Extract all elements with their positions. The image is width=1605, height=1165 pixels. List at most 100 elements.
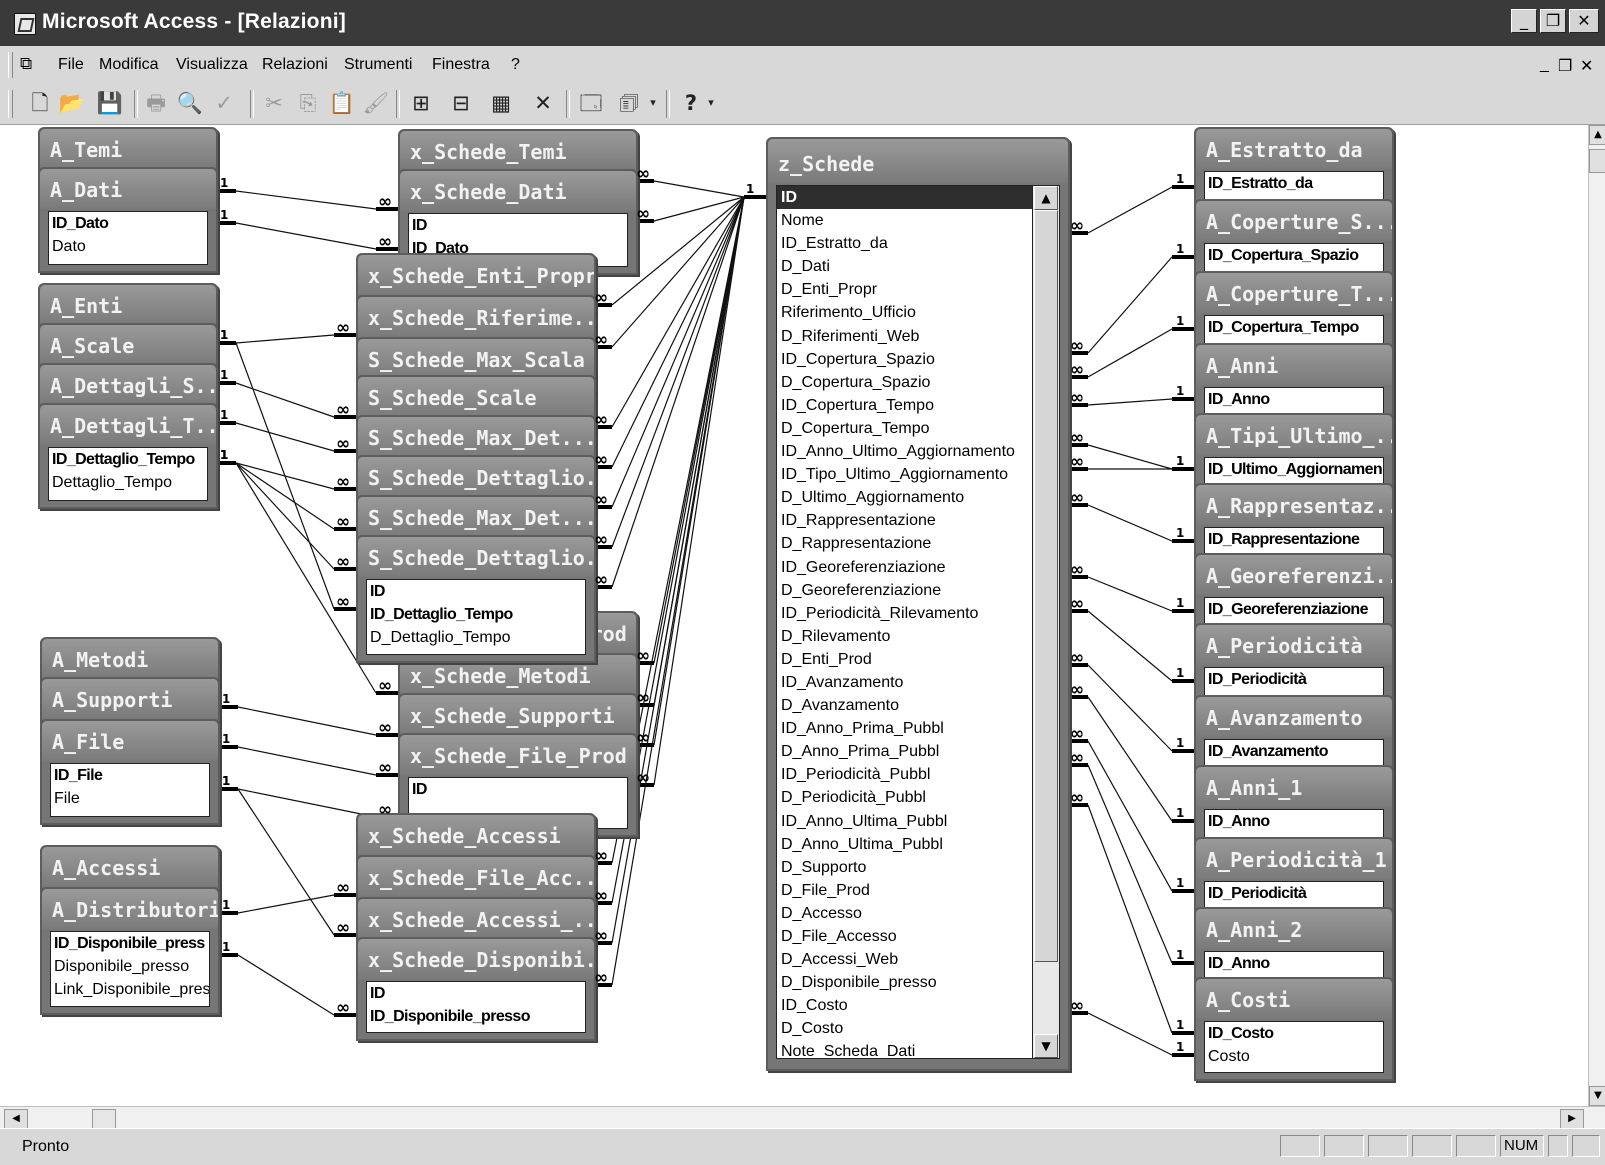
table-title[interactable]: A_Scale xyxy=(40,325,216,365)
field-item[interactable]: ID_Anno xyxy=(1205,952,1383,975)
relationship-line[interactable] xyxy=(235,422,335,452)
show-direct-icon[interactable]: ⊟ xyxy=(446,89,476,117)
table-title[interactable]: x_Schede_File_Prod xyxy=(400,735,636,775)
field-item[interactable]: Dettaglio_Tempo xyxy=(49,471,207,494)
cut-icon[interactable]: ✂ xyxy=(260,89,288,117)
table-title[interactable]: A_Rappresentaz... xyxy=(1196,485,1392,525)
table-title[interactable]: A_Anni xyxy=(1196,345,1392,385)
field-item[interactable]: D_Georeferenziazione xyxy=(777,579,1039,602)
save-icon[interactable]: 💾 xyxy=(96,89,124,117)
menu-relazioni[interactable]: Relazioni xyxy=(262,56,328,74)
table-x-schede-enti-propr[interactable]: x_Schede_Enti_Propr xyxy=(356,253,596,301)
table-title[interactable]: A_Dati xyxy=(40,169,216,209)
mdi-restore-button[interactable]: ❐ xyxy=(1558,56,1572,76)
relationship-line[interactable] xyxy=(653,196,745,786)
menu-strumenti[interactable]: Strumenti xyxy=(344,56,412,74)
new-object-dropdown-icon[interactable]: ▾ xyxy=(646,89,660,117)
field-item[interactable]: ID_Rappresentazione xyxy=(1205,528,1383,551)
scroll-right-icon[interactable]: ▶ xyxy=(1560,1109,1584,1129)
field-list[interactable]: ID_Dettaglio_Tempo Dettaglio_Tempo xyxy=(48,447,208,501)
scroll-down-icon[interactable]: ▼ xyxy=(1034,1034,1058,1058)
table-a-costi[interactable]: A_Costi ID_Costo Costo xyxy=(1194,977,1394,1081)
table-a-supporti[interactable]: A_Supporti xyxy=(40,677,220,725)
scroll-down-icon[interactable]: ▼ xyxy=(1589,1086,1605,1106)
field-list-scrollbar[interactable]: ▲ ▼ xyxy=(1032,185,1060,1059)
field-item[interactable]: ID_Avanzamento xyxy=(1205,740,1383,763)
field-item[interactable]: ID xyxy=(409,214,627,237)
table-title[interactable]: x_Schede_Dati xyxy=(400,171,636,211)
field-item[interactable]: ID_Copertura_Spazio xyxy=(777,348,1039,371)
relationship-line[interactable] xyxy=(1087,696,1173,822)
delete-icon[interactable]: ✕ xyxy=(528,89,558,117)
table-a-file[interactable]: A_File ID_File File xyxy=(40,719,220,825)
table-title[interactable]: x_Schede_Disponibi... xyxy=(358,939,594,979)
field-item[interactable]: ID_Avanzamento xyxy=(777,671,1039,694)
field-item[interactable]: ID_Rappresentazione xyxy=(777,509,1039,532)
scroll-thumb[interactable] xyxy=(1034,210,1058,962)
table-z-schede[interactable]: z_Schede ID Nome ID_Estratto_da D_Dati D_Ent… xyxy=(766,137,1070,1071)
table-title[interactable]: x_Schede_Enti_Propr xyxy=(358,255,594,295)
scroll-thumb[interactable] xyxy=(92,1109,116,1129)
field-item[interactable]: ID_Estratto_da xyxy=(1205,172,1383,195)
table-a-dettagli-t[interactable]: A_Dettagli_T... ID_Dettaglio_Tempo Dettag… xyxy=(38,403,218,509)
table-title[interactable]: x_Schede_Accessi xyxy=(358,815,594,855)
field-item[interactable]: D_File_Prod xyxy=(777,879,1039,902)
help-dropdown-icon[interactable]: ▾ xyxy=(704,89,718,117)
field-item[interactable]: ID_Dato xyxy=(49,212,207,235)
relationship-line[interactable] xyxy=(237,788,377,818)
mdi-close-button[interactable]: ✕ xyxy=(1580,56,1593,76)
field-item[interactable]: D_Enti_Propr xyxy=(777,278,1039,301)
table-title[interactable]: x_Schede_Supporti xyxy=(400,695,636,735)
table-title[interactable]: x_Schede_File_Acc... xyxy=(358,857,594,897)
table-title[interactable]: x_Schede_Temi xyxy=(400,131,636,171)
canvas-horizontal-scrollbar[interactable]: ◀ ▶ xyxy=(0,1106,1605,1129)
field-item[interactable]: ID_Disponibile_presso xyxy=(367,1005,585,1028)
table-title[interactable]: A_Periodicità_1 xyxy=(1196,839,1392,879)
field-item[interactable]: ID_Anno_Ultima_Pubbl xyxy=(777,810,1039,833)
relationship-line[interactable] xyxy=(235,462,335,570)
print-icon[interactable]: 🖶 xyxy=(142,89,170,117)
table-title[interactable]: A_Tipi_Ultimo_... xyxy=(1196,415,1392,455)
table-title[interactable]: A_Costi xyxy=(1196,979,1392,1019)
canvas-vertical-scrollbar[interactable]: ▲ ▼ xyxy=(1588,125,1605,1106)
relationship-line[interactable] xyxy=(653,196,745,222)
relationship-line[interactable] xyxy=(237,894,335,914)
scroll-thumb[interactable] xyxy=(1589,149,1605,173)
table-s-schede-dettaglio-2[interactable]: S_Schede_Dettaglio... IDID_Dettaglio_Tem… xyxy=(356,535,596,663)
table-title[interactable]: A_Accessi xyxy=(42,847,218,887)
table-a-distributori[interactable]: A_Distributori ID_Disponibile_press Dispo… xyxy=(40,887,220,1015)
table-title[interactable]: S_Schede_Scale xyxy=(358,377,594,417)
menu-help[interactable]: ? xyxy=(511,56,520,74)
relationship-line[interactable] xyxy=(1087,764,1173,964)
field-item[interactable]: ID xyxy=(367,982,585,1005)
new-object-icon[interactable]: 🗊 xyxy=(614,89,644,117)
field-item[interactable]: D_Copertura_Spazio xyxy=(777,371,1039,394)
menu-visualizza[interactable]: Visualizza xyxy=(176,56,248,74)
minimize-button[interactable]: _ xyxy=(1511,9,1537,33)
field-item[interactable]: D_Avanzamento xyxy=(777,694,1039,717)
field-item[interactable]: D_Anno_Ultima_Pubbl xyxy=(777,833,1039,856)
field-list[interactable]: ID ID_Disponibile_presso xyxy=(366,981,586,1033)
table-title[interactable]: S_Schede_Max_Det... xyxy=(358,497,594,537)
field-item[interactable]: D_Enti_Prod xyxy=(777,648,1039,671)
relationship-line[interactable] xyxy=(237,788,335,936)
table-title[interactable]: A_Estratto_da xyxy=(1196,129,1392,169)
table-a-accessi[interactable]: A_Accessi xyxy=(40,845,220,893)
copy-icon[interactable]: ⎘ xyxy=(294,89,322,117)
relationships-canvas[interactable]: A_Temi A_Dati ID_Dato Dato A_Enti A_Scale… xyxy=(0,125,1588,1106)
menu-finestra[interactable]: Finestra xyxy=(432,56,490,74)
field-item[interactable]: D_Rappresentazione xyxy=(777,532,1039,555)
field-item[interactable]: Note_Scheda_Dati xyxy=(777,1040,1039,1058)
relationships-window-icon[interactable]: ⧉ xyxy=(20,54,32,74)
help-icon[interactable]: ? xyxy=(676,89,706,117)
print-preview-icon[interactable]: 🔍 xyxy=(176,89,204,117)
table-x-schede-file-acc[interactable]: x_Schede_File_Acc... xyxy=(356,855,596,903)
restore-button[interactable]: ❐ xyxy=(1540,9,1566,33)
table-title[interactable]: A_Avanzamento xyxy=(1196,697,1392,737)
field-item[interactable]: D_Costo xyxy=(777,1017,1039,1040)
table-x-schede-disponibi[interactable]: x_Schede_Disponibi... IDID_Disponibile_p… xyxy=(356,937,596,1041)
field-list[interactable]: ID ID_Dettaglio_Tempo D_Dettaglio_Tempo xyxy=(366,579,586,655)
new-icon[interactable]: 🗋 xyxy=(26,89,54,117)
relationship-line[interactable] xyxy=(1087,186,1173,234)
show-all-icon[interactable]: ▦ xyxy=(486,89,516,117)
